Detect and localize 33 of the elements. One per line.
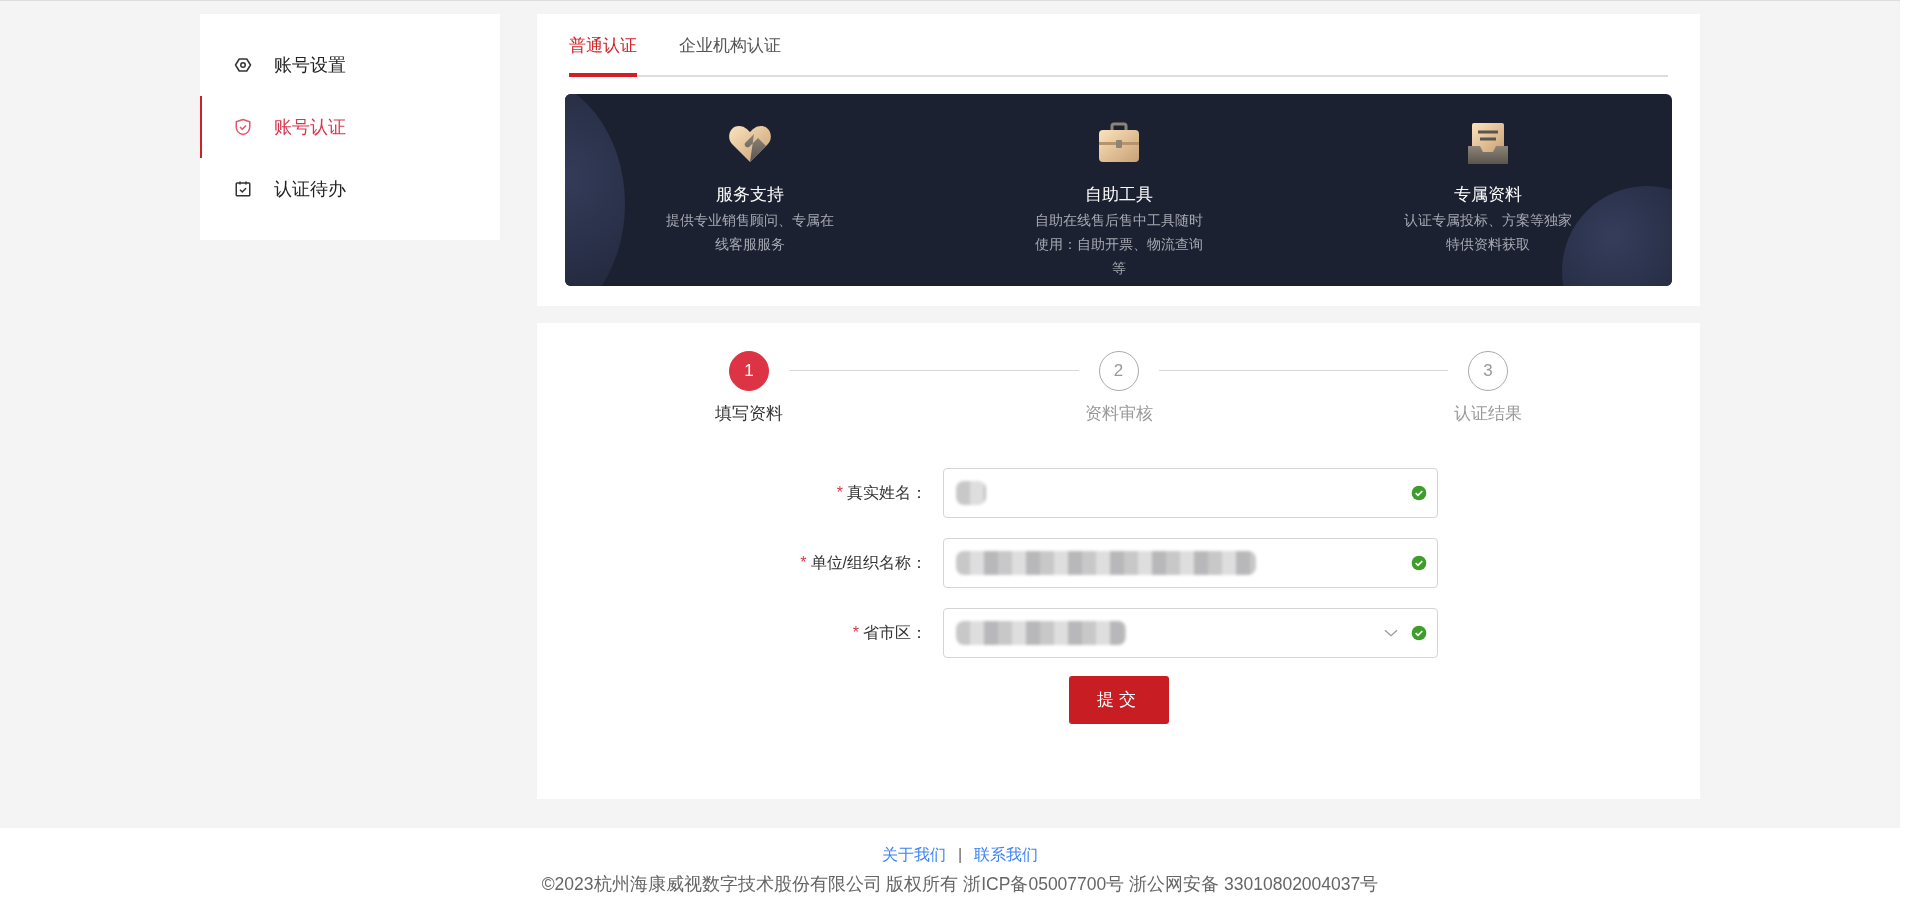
calendar-check-icon (234, 180, 252, 198)
footer-link[interactable]: 联系我们 (974, 843, 1039, 867)
feature-description: 自助在线售后售中工具随时使用：自助开票、物流查询等 (1033, 212, 1204, 278)
separator: | (957, 845, 963, 865)
field-label: 省市区： (863, 624, 927, 641)
required-mark: * (836, 484, 843, 501)
copyright-text: ©2023杭州海康威视数字技术股份有限公司 版权所有 浙ICP备05007700号 浙公网安备 33010802004037号 (541, 873, 1379, 896)
step-number: 1 (729, 350, 769, 391)
field-label: 单位/组织名称： (810, 554, 927, 571)
feature-description: 认证专属投标、方案等独家特供资料获取 (1402, 212, 1573, 254)
tab[interactable]: 企业机构认证 (679, 32, 781, 77)
feature-title: 自助工具 (1084, 183, 1153, 206)
required-mark: * (852, 624, 859, 641)
footer-link[interactable]: 关于我们 (881, 843, 946, 867)
tab[interactable]: 普通认证 (569, 32, 637, 77)
input-field[interactable] (943, 468, 1438, 518)
sidebar-item[interactable]: 账号设置 (200, 34, 500, 96)
select-field[interactable] (943, 608, 1438, 658)
input-field[interactable] (943, 538, 1438, 588)
submit-button[interactable]: 提交 (1069, 676, 1169, 724)
step-label: 认证结果 (1454, 402, 1522, 425)
feature-title: 专属资料 (1453, 183, 1522, 206)
step-label: 资料审核 (1084, 402, 1153, 425)
sidebar-item[interactable]: 认证待办 (200, 158, 500, 220)
feature-description: 提供专业销售顾问、专属在线客服服务 (664, 212, 835, 254)
shield-check-icon (234, 118, 252, 136)
sidebar-item[interactable]: 账号认证 (200, 96, 500, 158)
field-label: 真实姓名： (847, 484, 927, 501)
step-label: 填写资料 (715, 402, 783, 425)
pixelated-value (956, 481, 986, 505)
required-mark: * (800, 554, 807, 571)
hexagon-gear-icon (234, 56, 252, 74)
feature-title: 服务支持 (715, 183, 784, 206)
